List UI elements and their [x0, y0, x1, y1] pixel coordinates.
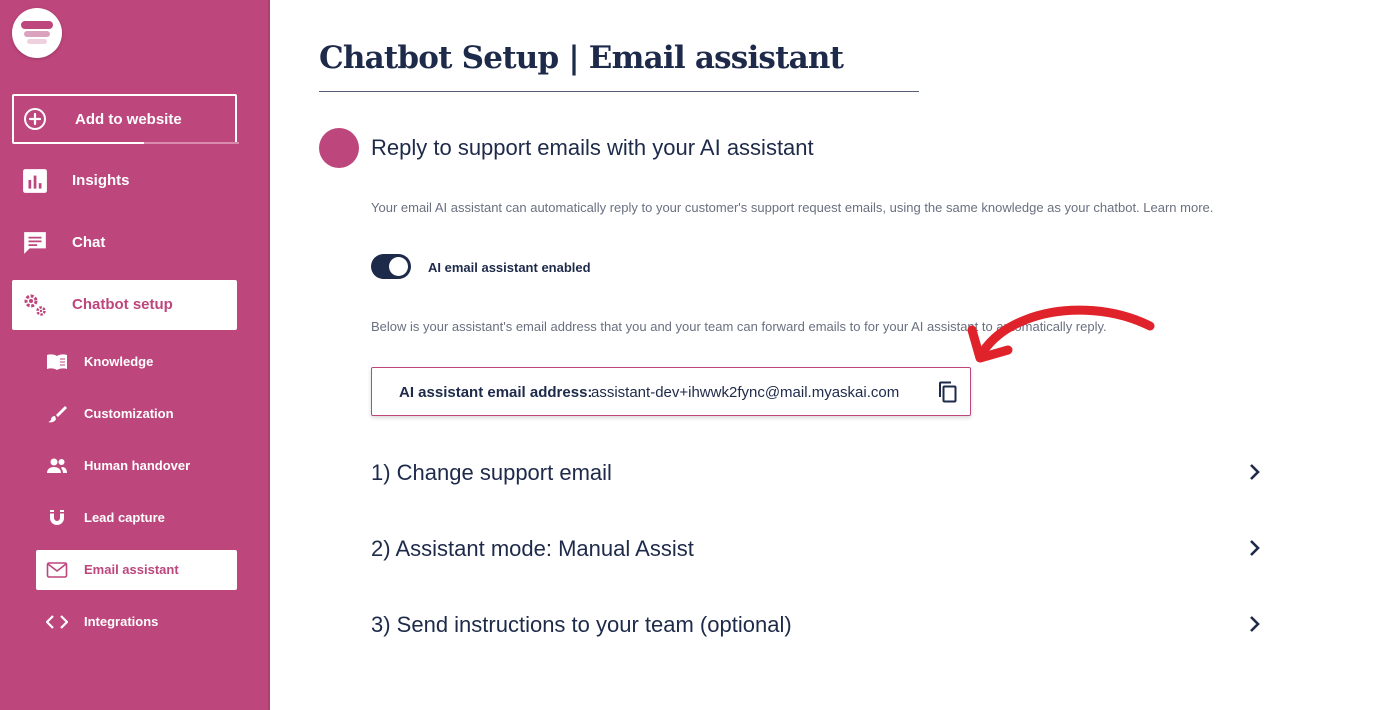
sidebar-subitem-customization[interactable]: Customization — [36, 394, 237, 434]
add-to-website-label: Add to website — [75, 111, 182, 128]
sidebar-item-chat[interactable]: Chat — [12, 218, 237, 268]
annotation-arrow — [967, 305, 1155, 363]
email-address-value[interactable]: assistant-dev+ihwwk2fync@mail.myaskai.co… — [591, 384, 899, 401]
email-address-label: AI assistant email address: — [399, 384, 593, 401]
step-indicator — [319, 128, 359, 168]
chevron-right-icon — [1250, 616, 1260, 632]
accordion-change-support-email[interactable]: 1) Change support email — [371, 452, 1266, 492]
page-title: Chatbot Setup | Email assistant — [319, 40, 844, 76]
chart-icon — [23, 169, 47, 193]
chevron-right-icon — [1250, 464, 1260, 480]
toggle-label: AI email assistant enabled — [428, 260, 591, 275]
assistant-email-box: AI assistant email address: assistant-de… — [371, 367, 971, 416]
plus-circle-icon — [24, 108, 46, 130]
sidebar-subitem-label: Knowledge — [84, 354, 154, 369]
accordion-send-instructions[interactable]: 3) Send instructions to your team (optio… — [371, 604, 1266, 644]
brush-icon — [48, 406, 67, 423]
mail-icon — [46, 562, 68, 578]
accordion-label: 1) Change support email — [371, 460, 612, 485]
sidebar-subitem-human-handover[interactable]: Human handover — [36, 446, 237, 486]
code-icon — [46, 615, 68, 629]
logo[interactable] — [12, 8, 62, 58]
sidebar-subitem-label: Lead capture — [84, 510, 165, 525]
sidebar: Add to website Insights Chat Chatbot set… — [0, 0, 270, 710]
add-to-website-button[interactable]: Add to website — [12, 94, 239, 144]
forward-instructions-text: Below is your assistant's email address … — [371, 319, 1107, 334]
accordion-label: 3) Send instructions to your team (optio… — [371, 612, 792, 637]
section-description: Your email AI assistant can automaticall… — [371, 200, 1214, 215]
chevron-right-icon — [1250, 540, 1260, 556]
sidebar-subitem-label: Email assistant — [84, 562, 179, 577]
gears-icon — [24, 294, 46, 316]
section-heading: Reply to support emails with your AI ass… — [371, 135, 814, 160]
sidebar-divider — [268, 0, 271, 710]
sidebar-item-label: Chat — [72, 234, 106, 251]
people-icon — [47, 458, 67, 473]
title-divider — [319, 91, 919, 92]
sidebar-subitem-email-assistant[interactable]: Email assistant — [36, 550, 237, 590]
magnet-icon — [50, 510, 64, 525]
sidebar-item-label: Insights — [72, 172, 130, 189]
sidebar-subitem-knowledge[interactable]: Knowledge — [36, 342, 237, 382]
sidebar-item-label: Chatbot setup — [72, 296, 173, 313]
sidebar-item-insights[interactable]: Insights — [12, 156, 237, 206]
sidebar-subitem-lead-capture[interactable]: Lead capture — [36, 498, 237, 538]
sidebar-subitem-label: Customization — [84, 406, 174, 421]
sidebar-subitem-label: Human handover — [84, 458, 191, 473]
accordion-assistant-mode[interactable]: 2) Assistant mode: Manual Assist — [371, 528, 1266, 568]
book-icon — [47, 354, 67, 370]
sidebar-item-chatbot-setup[interactable]: Chatbot setup — [12, 280, 237, 330]
sidebar-subitem-label: Integrations — [84, 614, 159, 629]
copy-icon[interactable] — [937, 380, 959, 404]
accordion-label: 2) Assistant mode: Manual Assist — [371, 536, 694, 561]
chat-icon — [24, 232, 46, 254]
sidebar-subitem-integrations[interactable]: Integrations — [36, 602, 237, 642]
email-assistant-toggle[interactable] — [371, 254, 411, 279]
toggle-knob — [389, 257, 408, 276]
